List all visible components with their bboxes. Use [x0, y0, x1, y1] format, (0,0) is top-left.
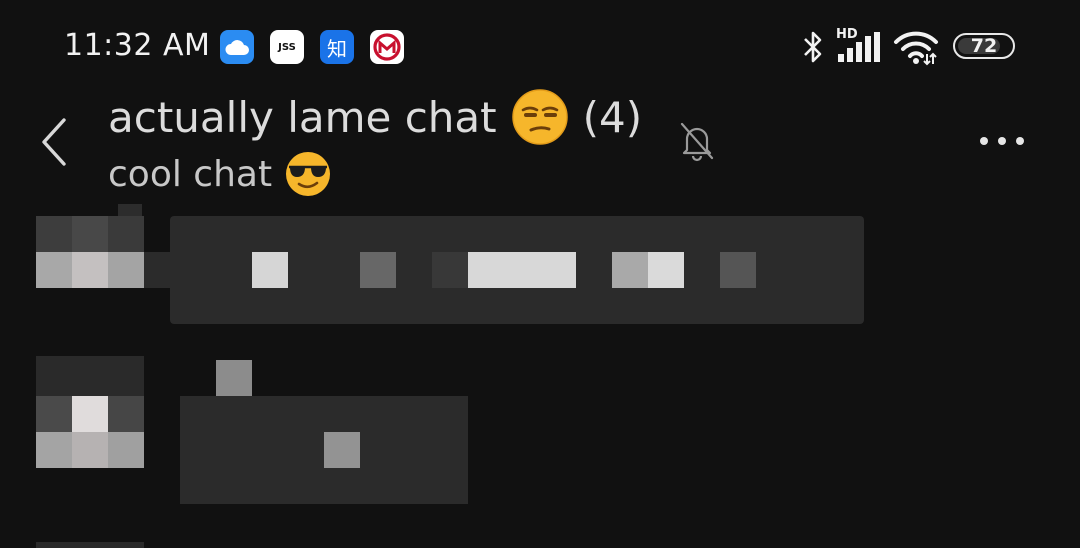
chat-screen: 11:32 AM JSS 知 HD 72 actually lame chat … [0, 0, 1080, 548]
pixelated-block [108, 252, 144, 288]
bank-icon [370, 30, 404, 64]
pixelated-block [108, 432, 144, 468]
pixelated-block [36, 252, 72, 288]
battery-indicator: 72 [953, 33, 1015, 59]
chevron-left-icon [42, 118, 66, 166]
bluetooth-icon [800, 30, 826, 68]
pixelated-block [72, 252, 108, 288]
pixelated-block [612, 252, 648, 288]
chat-title[interactable]: actually lame chat (4) [108, 88, 642, 146]
chat-subtitle: cool chat [108, 150, 332, 198]
unamused-face-icon [511, 89, 568, 145]
pixelated-block [144, 252, 180, 288]
pixelated-block [324, 432, 360, 468]
pixelated-block [36, 396, 72, 432]
zhihu-icon-text: 知 [327, 36, 347, 61]
more-dots-icon [980, 137, 1024, 145]
pixelated-block [36, 216, 72, 252]
jss-icon: JSS [270, 30, 304, 64]
bell-muted-icon [678, 120, 716, 166]
cloud-icon [220, 30, 254, 64]
pixelated-block [108, 396, 144, 432]
pixelated-block [468, 252, 576, 288]
status-time: 11:32 AM [64, 28, 211, 63]
zhihu-icon: 知 [320, 30, 354, 64]
wifi-icon [893, 30, 939, 70]
cellular-signal-icon [836, 30, 882, 68]
pixelated-block [108, 216, 144, 252]
pixelated-block [252, 252, 288, 288]
battery-percent: 72 [970, 35, 998, 57]
pixelated-block [720, 252, 756, 288]
more-options-button[interactable] [974, 126, 1034, 156]
back-button[interactable] [34, 112, 78, 172]
pixelated-block [648, 252, 684, 288]
pixelated-block [432, 252, 468, 288]
pixelated-block [72, 396, 108, 432]
member-count: (4) [582, 92, 643, 142]
jss-icon-text: JSS [278, 41, 296, 53]
pixelated-block [72, 216, 108, 252]
chat-subtitle-text: cool chat [108, 153, 273, 195]
chat-title-text: actually lame chat [108, 92, 497, 142]
pixelated-block [360, 252, 396, 288]
pixelated-block [72, 432, 108, 468]
next-message-avatar [36, 542, 144, 548]
sunglasses-face-icon [286, 152, 331, 196]
pixelated-block [216, 360, 252, 396]
pixelated-block [36, 432, 72, 468]
pixelated-block [36, 356, 144, 396]
